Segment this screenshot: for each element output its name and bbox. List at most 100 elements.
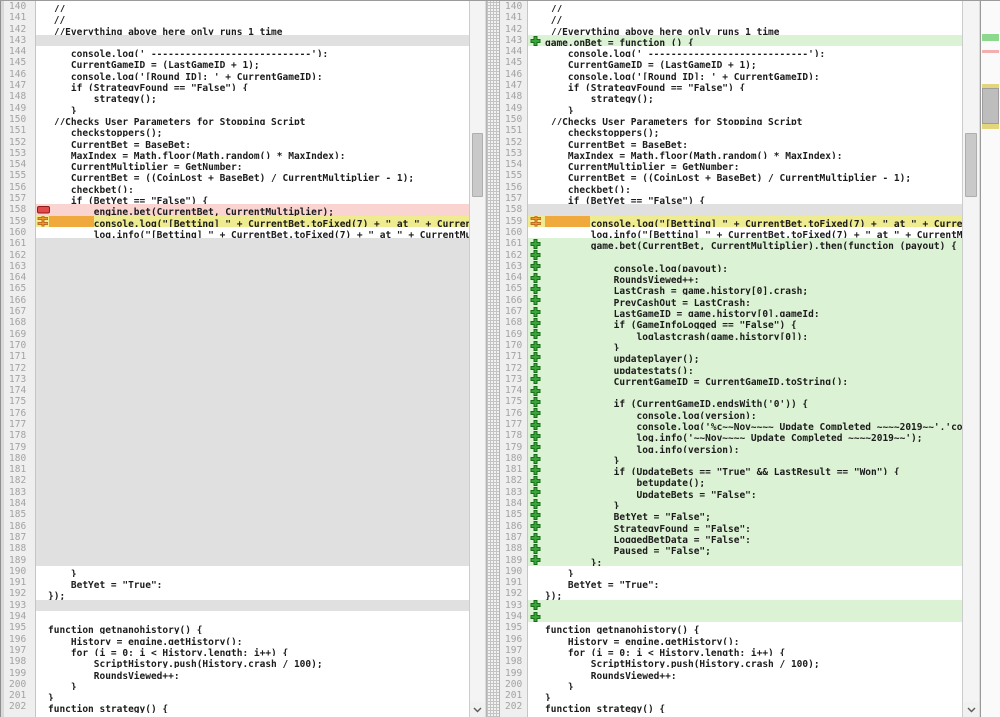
code-row[interactable]: if (StrategyFound == "False") { [36, 80, 469, 91]
code-row[interactable]: if (CurrentGameID.endsWith('0')) { [528, 396, 962, 407]
code-row[interactable]: Paused = "False"; [528, 543, 962, 554]
code-row[interactable]: RoundsViewed++; [528, 272, 962, 283]
code-row[interactable]: checkbet(); [528, 182, 962, 193]
code-row[interactable]: log.info("[Betting] " + CurrentBet.toFix… [36, 227, 469, 238]
code-row[interactable]: strategy(); [528, 91, 962, 102]
left-vertical-scrollbar[interactable] [470, 0, 486, 717]
code-row[interactable]: log.info("[Betting] " + CurrentBet.toFix… [528, 227, 962, 238]
left-pane[interactable]: // // //Everything above here only runs … [36, 0, 470, 717]
code-row[interactable]: if (StrategyFound == "False") { [528, 80, 962, 91]
code-row[interactable]: console.log(' --------------------------… [528, 46, 962, 57]
code-row[interactable]: checkbet(); [36, 182, 469, 193]
code-row[interactable]: } [36, 566, 469, 577]
code-row[interactable] [36, 611, 469, 622]
code-row[interactable]: } [36, 679, 469, 690]
code-row[interactable]: // [36, 12, 469, 23]
code-row[interactable]: console.log("[Betting] " + CurrentBet.to… [36, 216, 469, 227]
code-row[interactable]: LastCrash = game.history[0].crash; [528, 283, 962, 294]
code-row[interactable]: } [528, 690, 962, 701]
code-row[interactable]: } [528, 453, 962, 464]
left-scroll-down-button[interactable] [470, 702, 485, 717]
code-row[interactable]: loglastcrash(game.history[0]); [528, 329, 962, 340]
code-row[interactable]: game.bet(CurrentBet, CurrentMultiplier).… [528, 238, 962, 249]
code-row[interactable]: log.info(version); [528, 442, 962, 453]
code-row[interactable]: BetYet = "True"; [36, 577, 469, 588]
code-row[interactable]: RoundsViewed++; [36, 668, 469, 679]
code-row[interactable]: console.log(' --------------------------… [36, 46, 469, 57]
code-row[interactable]: //Everything above here only runs 1 time [36, 24, 469, 35]
code-row[interactable]: //Everything above here only runs 1 time [528, 24, 962, 35]
code-row[interactable]: BetYet = "False"; [528, 509, 962, 520]
right-scroll-down-button[interactable] [963, 702, 979, 717]
code-row[interactable] [528, 250, 962, 261]
code-row[interactable]: RoundsViewed++; [528, 668, 962, 679]
code-row[interactable]: function strategy() { [528, 701, 962, 712]
code-row[interactable]: CurrentBet = BaseBet; [528, 137, 962, 148]
code-row[interactable]: LastGameID = game.history[0].gameId; [528, 306, 962, 317]
code-row[interactable]: function getnanohistory() { [36, 622, 469, 633]
code-row[interactable]: } [36, 103, 469, 114]
code-row[interactable]: //Checks User Parameters for Stopping Sc… [528, 114, 962, 125]
left-scrollbar-thumb[interactable] [472, 133, 483, 197]
code-row[interactable] [528, 611, 962, 622]
code-row[interactable]: ScriptHistory.push(History.crash / 100); [528, 656, 962, 667]
code-row[interactable]: console.log('[Round ID]: ' + CurrentGame… [36, 69, 469, 80]
code-row[interactable]: ScriptHistory.push(History.crash / 100); [36, 656, 469, 667]
pane-splitter[interactable] [486, 0, 500, 717]
code-row[interactable]: CurrentGameID = CurrentGameID.toString()… [528, 374, 962, 385]
code-row[interactable]: // [528, 1, 962, 12]
right-scrollbar-thumb[interactable] [965, 133, 977, 197]
code-row[interactable]: } [528, 103, 962, 114]
code-row[interactable]: console.log("[Betting] " + CurrentBet.to… [528, 216, 962, 227]
code-row[interactable]: checkstoppers(); [528, 125, 962, 136]
code-row[interactable]: MaxIndex = Math.floor(Math.random() * Ma… [36, 148, 469, 159]
code-row[interactable]: function getnanohistory() { [528, 622, 962, 633]
code-row[interactable]: CurrentBet = ((CoinLost + BaseBet) / Cur… [528, 170, 962, 181]
code-row[interactable] [528, 600, 962, 611]
code-row[interactable]: betupdate(); [528, 475, 962, 486]
code-row[interactable]: updateplayer(); [528, 351, 962, 362]
code-row[interactable]: UpdateBets = "False"; [528, 487, 962, 498]
code-row[interactable]: PrevCashOut = LastCrash; [528, 295, 962, 306]
code-row[interactable]: checkstoppers(); [36, 125, 469, 136]
code-row[interactable]: console.log('[Round ID]: ' + CurrentGame… [528, 69, 962, 80]
code-row[interactable]: function strategy() { [36, 701, 469, 712]
code-row[interactable]: log.info('~~Nov~~~~ Update Completed ~~~… [528, 430, 962, 441]
code-row[interactable]: } [528, 498, 962, 509]
code-row[interactable]: BetYet = "True"; [528, 577, 962, 588]
code-row[interactable]: // [36, 1, 469, 12]
code-row[interactable]: console.log(version); [528, 408, 962, 419]
code-row[interactable]: for (i = 0; i < History.length; i++) { [36, 645, 469, 656]
code-row[interactable]: CurrentMultiplier = GetNumber; [528, 159, 962, 170]
code-row[interactable]: } [36, 690, 469, 701]
code-row[interactable]: if (UpdateBets == "True" && LastResult =… [528, 464, 962, 475]
code-row[interactable]: console.log(payout); [528, 261, 962, 272]
code-row[interactable]: game.onBet = function () { [528, 35, 962, 46]
right-vertical-scrollbar[interactable] [963, 0, 980, 717]
code-row[interactable]: strategy(); [36, 91, 469, 102]
code-row[interactable]: } [528, 679, 962, 690]
code-row[interactable]: updatestats(); [528, 363, 962, 374]
code-row[interactable]: CurrentBet = BaseBet; [36, 137, 469, 148]
code-row[interactable]: MaxIndex = Math.floor(Math.random() * Ma… [528, 148, 962, 159]
code-row[interactable]: History = engine.getHistory(); [528, 634, 962, 645]
code-row[interactable]: }); [528, 588, 962, 599]
code-row[interactable]: // [528, 12, 962, 23]
code-row[interactable]: StrategyFound = "False"; [528, 521, 962, 532]
code-row[interactable]: engine.bet(CurrentBet, CurrentMultiplier… [36, 204, 469, 215]
code-row[interactable]: if (BetYet == "False") { [528, 193, 962, 204]
code-row[interactable]: }; [528, 555, 962, 566]
code-row[interactable]: if (GameInfoLogged == "False") { [528, 317, 962, 328]
code-row[interactable]: } [528, 566, 962, 577]
code-row[interactable] [528, 385, 962, 396]
code-row[interactable]: CurrentBet = ((CoinLost + BaseBet) / Cur… [36, 170, 469, 181]
code-row[interactable]: History = engine.getHistory(); [36, 634, 469, 645]
code-row[interactable]: } [528, 340, 962, 351]
code-row[interactable]: //Checks User Parameters for Stopping Sc… [36, 114, 469, 125]
code-row[interactable]: CurrentGameID = (LastGameID + 1); [36, 57, 469, 68]
code-row[interactable]: CurrentGameID = (LastGameID + 1); [528, 57, 962, 68]
diff-overview-map[interactable] [980, 0, 1000, 717]
code-row[interactable]: if (BetYet == "False") { [36, 193, 469, 204]
code-row[interactable]: }); [36, 588, 469, 599]
code-row[interactable]: CurrentMultiplier = GetNumber; [36, 159, 469, 170]
